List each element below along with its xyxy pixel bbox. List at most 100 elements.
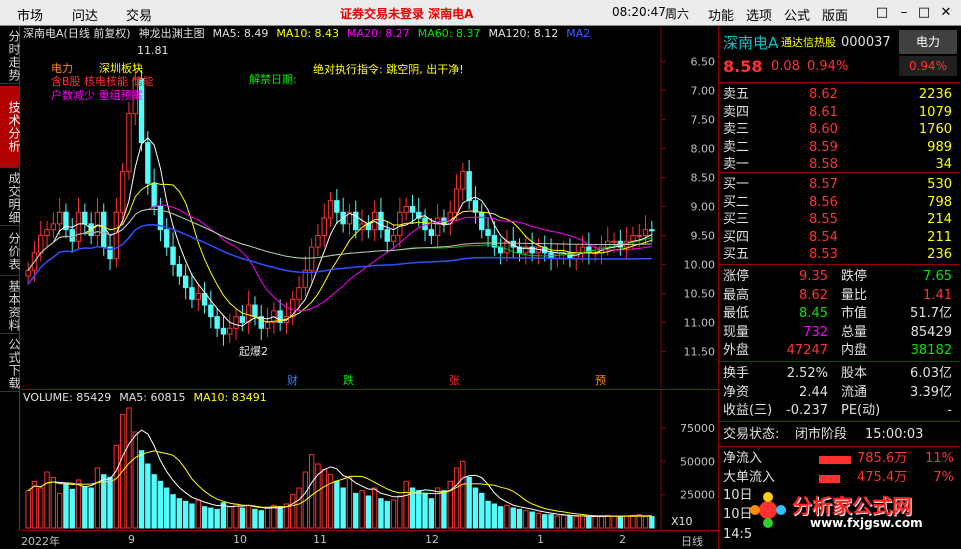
stat-key: 内盘: [841, 343, 868, 358]
tab-technical[interactable]: 技术分析: [0, 86, 21, 168]
bid-price: 8.54: [809, 229, 838, 245]
bid-row: 买三 8.55 214: [719, 211, 960, 229]
flow-bar: [819, 474, 840, 483]
menu-layout[interactable]: 版面: [822, 5, 848, 24]
volume-bar: [334, 480, 340, 529]
candle-body: [182, 275, 189, 289]
stat-value: -: [947, 403, 952, 418]
stock-name: 深南电A: [723, 34, 779, 52]
volume-bar: [636, 514, 642, 529]
menu-formula[interactable]: 公式: [784, 5, 810, 24]
unlock-date-label: 解禁日期:: [249, 73, 297, 86]
candle-body: [201, 292, 208, 306]
restore-icon[interactable]: □: [872, 3, 892, 23]
menu-trade[interactable]: 交易: [126, 5, 152, 24]
stat-value: 85429: [910, 324, 952, 340]
minimize-icon[interactable]: –: [894, 3, 914, 23]
divider: [719, 264, 960, 265]
tab-price-table[interactable]: 分价表: [0, 228, 21, 276]
maximize-icon[interactable]: □: [914, 3, 934, 23]
volume-bar: [422, 492, 428, 529]
candle-body: [164, 229, 170, 248]
bid-price: 8.57: [809, 177, 838, 192]
menu-market[interactable]: 市场: [17, 5, 43, 24]
ask-price: 8.60: [809, 122, 838, 137]
stat-key: 市值: [841, 306, 868, 321]
trade-time: 15:00:03: [865, 427, 924, 442]
volume-bar: [359, 490, 365, 529]
ma120-label: MA120: 8.12: [488, 27, 559, 40]
candle-body: [630, 234, 636, 242]
stat-key: 量比: [841, 287, 868, 303]
candle-body: [69, 229, 75, 242]
stats-row: 换手 2.52% 股本 6.03亿: [719, 365, 960, 383]
volume-bar: [523, 510, 529, 529]
volume-bar: [605, 514, 611, 529]
volume-bar: [397, 495, 403, 529]
period-label[interactable]: 日线: [681, 533, 703, 549]
volume-bar: [94, 467, 101, 529]
marker-rise[interactable]: 张: [449, 372, 460, 388]
tab-trade-detail[interactable]: 成交明细: [0, 170, 21, 226]
volume-bar: [220, 502, 227, 529]
stat-value: 3.39亿: [910, 384, 952, 400]
stats-row: 最低 8.45 市值 51.7亿: [719, 305, 960, 323]
volume-bar: [598, 515, 605, 529]
close-icon[interactable]: ✕: [936, 3, 956, 23]
volume-bar: [623, 515, 630, 529]
volume-bar: [126, 407, 132, 529]
ask-label: 卖五: [723, 87, 750, 102]
marker-finance[interactable]: 财: [287, 372, 298, 388]
marker-forecast[interactable]: 预: [595, 372, 606, 388]
price-tick-label: 6.50: [691, 55, 716, 68]
volume-bar: [107, 476, 113, 529]
hot-tag[interactable]: 通达信热股: [781, 34, 836, 52]
volume-bar: [113, 444, 120, 529]
ask-volume: 1760: [918, 122, 952, 137]
date-tick: 2: [619, 533, 626, 546]
chart-formula-name[interactable]: 神龙出渊主图: [139, 27, 205, 40]
volume-bar: [63, 483, 69, 529]
stat-key: 流通: [841, 384, 868, 400]
marker-fall[interactable]: 跌: [343, 372, 354, 388]
divider: [719, 361, 960, 362]
price-tick-label: 7.00: [691, 84, 716, 97]
ask-row: 卖四 8.61 1079: [719, 104, 960, 122]
bid-volume: 798: [927, 194, 952, 210]
stat-key: 最高: [723, 287, 750, 303]
volume-bar: [479, 492, 485, 529]
volume-bar: [44, 471, 50, 529]
price-chart[interactable]: 11.50 11.00 10.50 10.00 9.50 9.00 8.50 8.00 7.50…: [21, 26, 718, 389]
stat-value: 732: [803, 324, 828, 340]
ma20-label: MA20: 8.27: [347, 27, 410, 40]
candle-body: [321, 217, 327, 236]
candle-body: [334, 200, 340, 213]
volume-bar: [510, 507, 516, 529]
menu-function[interactable]: 功能: [708, 5, 734, 24]
volume-bar: [611, 515, 617, 529]
ask-price: 8.62: [809, 87, 838, 102]
stats-row: 现量 732 总量 85429: [719, 324, 960, 342]
clock-time: 08:20:47: [612, 5, 666, 19]
volume-bar: [535, 512, 542, 529]
stat-key: PE(动): [841, 403, 881, 418]
menu-wenda[interactable]: 问达: [72, 5, 98, 24]
ask-volume: 1079: [918, 104, 952, 120]
candle-body: [460, 171, 466, 190]
divider: [719, 172, 960, 173]
menu-options[interactable]: 选项: [746, 5, 772, 24]
tab-formula-download[interactable]: 公式下载: [0, 336, 21, 392]
candle-body: [315, 234, 321, 248]
volume-chart[interactable]: 25000 50000 75000 VOLUME: 85429 MA5: 60815 M…: [21, 389, 718, 531]
watermark: 分析家公式网 www.fxjgsw.com: [748, 490, 953, 534]
tab-profile[interactable]: 基本资料: [0, 278, 21, 334]
volume-bar: [56, 492, 63, 529]
divider: [719, 446, 960, 447]
volume-tick-label: 75000: [680, 422, 715, 435]
sector-button[interactable]: 电力: [899, 30, 957, 54]
tab-intraday[interactable]: 分时走势: [0, 28, 21, 84]
ma-extra-label: MA2: [566, 27, 591, 40]
candle-body: [25, 269, 31, 277]
stats-row: 涨停 9.35 跌停 7.65: [719, 268, 960, 286]
stat-value: 6.03亿: [910, 366, 952, 381]
